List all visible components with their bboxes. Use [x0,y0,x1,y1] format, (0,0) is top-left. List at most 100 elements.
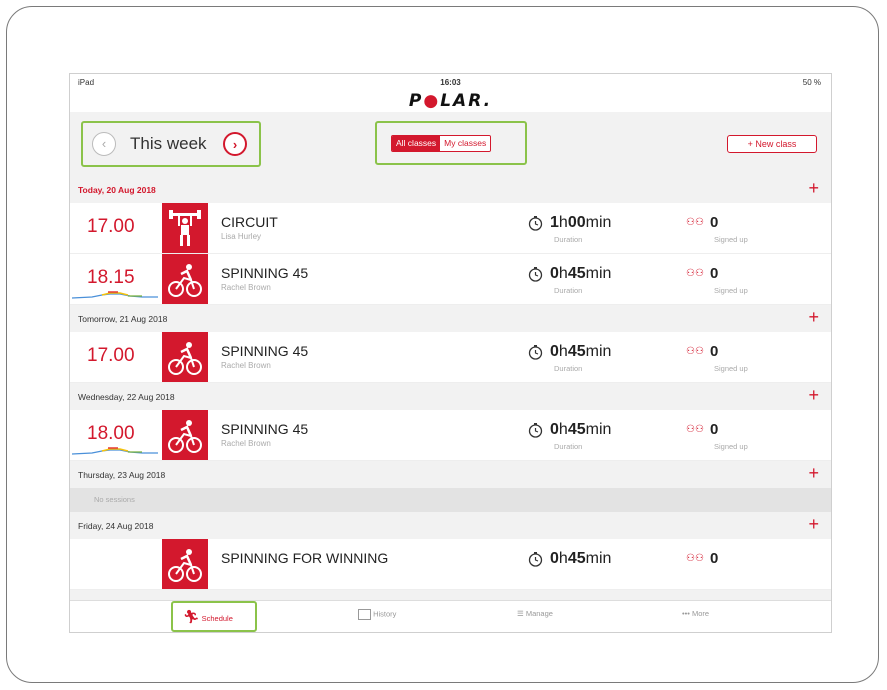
prev-week-button[interactable]: ‹ [92,132,116,156]
sport-icon-tile [162,203,208,253]
sport-icon-tile [162,254,208,304]
signed-up-count: 0 [710,265,719,282]
session-row[interactable]: 18.15 SPINNING 45 Rachel Brown 0h45min Durat… [70,254,831,305]
duration-value: 0h45min [550,265,612,282]
calendar-icon [358,609,371,620]
week-navigator: ‹ This week › [81,121,261,167]
day-header: Friday, 24 Aug 2018 + [70,512,831,539]
battery-level: 50 % [802,78,821,87]
tab-label: More [691,609,710,618]
more-icon: ••• [682,609,690,618]
running-icon: 🏃︎ [183,609,200,624]
signed-up-caption: Signed up [714,286,748,295]
ipad-screen: iPad 16:03 50 % P●LAR. ‹ This week › All… [69,73,832,633]
people-icon: ⚇⚇ [686,346,704,357]
new-class-button[interactable]: + New class [727,135,817,153]
tab-schedule[interactable]: 🏃︎ Schedule [183,609,233,625]
sport-icon-tile [162,332,208,382]
day-label: Tomorrow, 21 Aug 2018 [78,314,168,324]
people-icon: ⚇⚇ [686,217,704,228]
schedule-list: Today, 20 Aug 2018 +17.00 CIRCUIT Lisa Hurl… [70,176,831,600]
signed-up-count: 0 [710,550,719,567]
class-name: SPINNING 45 [221,265,309,281]
signed-up-caption: Signed up [714,364,748,373]
sport-icon-tile [162,539,208,589]
people-icon: ⚇⚇ [686,268,704,279]
sport-icon-tile [162,410,208,460]
add-session-button[interactable]: + [808,464,819,482]
session-time: 17.00 [87,216,135,237]
all-classes-tab[interactable]: All classes [392,136,441,151]
instructor-name: Rachel Brown [221,439,271,448]
week-label: This week [130,134,207,153]
session-time: 17.00 [87,345,135,366]
day-label: Wednesday, 22 Aug 2018 [78,392,175,402]
day-label: Friday, 24 Aug 2018 [78,521,154,531]
chevron-left-icon: ‹ [101,136,107,151]
tab-label: History [373,609,397,619]
day-header: Thursday, 23 Aug 2018 + [70,461,831,488]
stopwatch-icon [528,423,543,443]
class-name: SPINNING 45 [221,421,309,437]
heart-rate-zone-strip [72,291,158,299]
instructor-name: Rachel Brown [221,283,271,292]
duration-caption: Duration [554,442,583,451]
people-icon: ⚇⚇ [686,424,704,435]
people-icon: ⚇⚇ [686,553,704,564]
class-name: SPINNING FOR WINNING [221,550,389,566]
signed-up-count: 0 [710,421,719,438]
session-time: 18.00 [87,423,135,444]
session-row[interactable]: SPINNING FOR WINNING 0h45min ⚇⚇ 0 [70,539,831,590]
my-classes-tab[interactable]: My classes [440,136,491,151]
instructor-name: Rachel Brown [221,361,271,370]
tab-manage[interactable]: ☰ Manage [517,609,553,618]
class-name: CIRCUIT [221,214,278,230]
heart-rate-zone-strip [72,447,158,455]
duration-caption: Duration [554,235,583,244]
tab-bar: 🏃︎ Schedule History ☰ Manage ••• More [70,600,831,632]
instructor-name: Lisa Hurley [221,232,262,241]
signed-up-caption: Signed up [714,235,748,244]
class-name: SPINNING 45 [221,343,309,359]
stopwatch-icon [528,552,543,572]
duration-value: 0h45min [550,421,612,438]
class-filter-segmented: All classes My classes [391,135,492,152]
next-week-button[interactable]: › [223,132,247,156]
duration-value: 0h45min [550,343,612,360]
stopwatch-icon [528,216,543,236]
stopwatch-icon [528,267,543,287]
day-header: Wednesday, 22 Aug 2018 + [70,383,831,410]
session-time: 18.15 [87,267,135,288]
add-session-button[interactable]: + [808,515,819,533]
tab-more[interactable]: ••• More [682,609,709,618]
session-row[interactable]: 17.00 CIRCUIT Lisa Hurley 1h00min Duration ⚇⚇… [70,203,831,254]
clock-time: 16:03 [440,78,461,87]
day-label: Thursday, 23 Aug 2018 [78,470,166,480]
add-session-button[interactable]: + [808,308,819,326]
signed-up-count: 0 [710,214,719,231]
tab-label: Manage [525,609,553,618]
add-session-button[interactable]: + [808,179,819,197]
no-sessions-row: No sessions [70,488,831,512]
list-icon: ☰ [517,609,524,618]
stopwatch-icon [528,345,543,365]
duration-caption: Duration [554,286,583,295]
status-bar: iPad 16:03 50 % [70,74,831,90]
session-row[interactable]: 17.00 SPINNING 45 Rachel Brown 0h45min Durat… [70,332,831,383]
signed-up-count: 0 [710,343,719,360]
tab-history[interactable]: History [358,609,396,620]
schedule-header: ‹ This week › All classes My classes + N… [70,112,831,176]
chevron-right-icon: › [232,137,238,152]
signed-up-caption: Signed up [714,442,748,451]
day-header: Tomorrow, 21 Aug 2018 + [70,305,831,332]
class-filter: All classes My classes [375,121,527,165]
duration-value: 1h00min [550,214,612,231]
duration-value: 0h45min [550,550,612,567]
tab-label: Schedule [201,614,233,623]
session-row[interactable]: 18.00 SPINNING 45 Rachel Brown 0h45min Durat… [70,410,831,461]
duration-caption: Duration [554,364,583,373]
polar-logo: P●LAR. [70,90,831,112]
day-header: Today, 20 Aug 2018 + [70,176,831,203]
add-session-button[interactable]: + [808,386,819,404]
day-label: Today, 20 Aug 2018 [78,185,156,195]
